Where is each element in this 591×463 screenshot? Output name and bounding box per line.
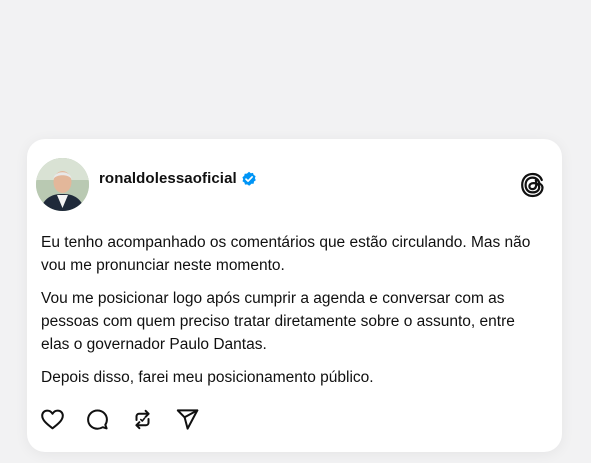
post-actions	[40, 407, 200, 432]
threads-logo-icon[interactable]	[520, 171, 546, 199]
share-button[interactable]	[175, 407, 200, 432]
post-header: ronaldolessaoficial	[99, 170, 257, 187]
send-icon	[176, 409, 199, 430]
heart-icon	[41, 409, 64, 430]
post-paragraph: Eu tenho acompanhado os comentários que …	[41, 234, 531, 274]
repost-button[interactable]	[130, 407, 155, 432]
post-paragraph: Vou me posicionar logo após cumprir a ag…	[41, 290, 515, 353]
post-card: ronaldolessaoficial Eu tenho acompanhado…	[27, 139, 562, 452]
comment-icon	[87, 409, 108, 430]
repost-icon	[135, 409, 150, 430]
verified-badge-icon	[241, 171, 257, 187]
username[interactable]: ronaldolessaoficial	[99, 170, 237, 187]
reply-button[interactable]	[85, 407, 110, 432]
post-text: Eu tenho acompanhado os comentários que …	[41, 231, 547, 399]
post-paragraph: Depois disso, farei meu posicionamento p…	[41, 369, 374, 386]
avatar[interactable]	[36, 158, 89, 211]
like-button[interactable]	[40, 407, 65, 432]
